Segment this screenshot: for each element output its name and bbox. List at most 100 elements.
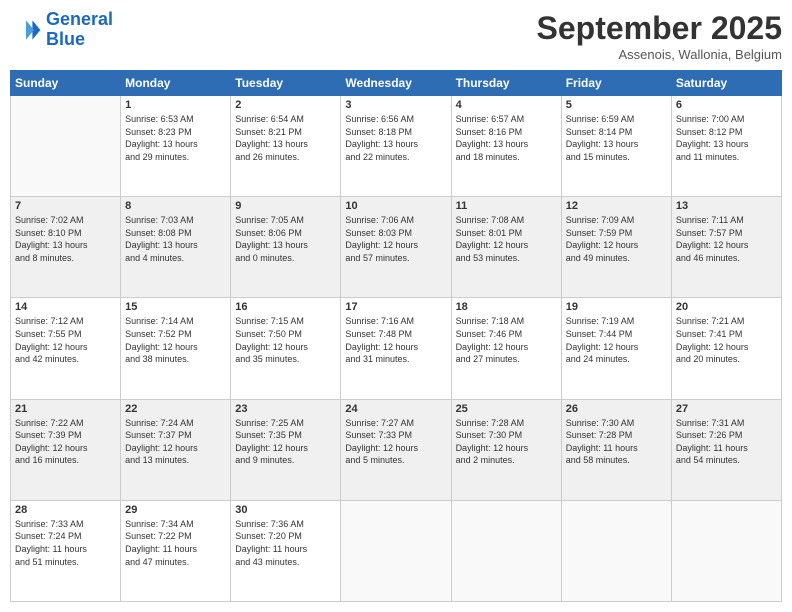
day-info: Sunrise: 7:31 AMSunset: 7:26 PMDaylight:… — [676, 417, 777, 467]
table-row: 10 Sunrise: 7:06 AMSunset: 8:03 PMDayligh… — [341, 197, 451, 298]
day-number: 28 — [15, 504, 116, 516]
day-number: 12 — [566, 200, 667, 212]
table-row: 20 Sunrise: 7:21 AMSunset: 7:41 PMDayligh… — [671, 298, 781, 399]
day-number: 7 — [15, 200, 116, 212]
day-number: 10 — [345, 200, 446, 212]
day-number: 24 — [345, 403, 446, 415]
table-row: 24 Sunrise: 7:27 AMSunset: 7:33 PMDayligh… — [341, 399, 451, 500]
day-number: 4 — [456, 99, 557, 111]
day-info: Sunrise: 6:59 AMSunset: 8:14 PMDaylight:… — [566, 113, 667, 163]
day-number: 15 — [125, 301, 226, 313]
table-row: 12 Sunrise: 7:09 AMSunset: 7:59 PMDayligh… — [561, 197, 671, 298]
page: General Blue September 2025 Assenois, Wa… — [0, 0, 792, 612]
day-info: Sunrise: 7:33 AMSunset: 7:24 PMDaylight:… — [15, 518, 116, 568]
day-number: 16 — [235, 301, 336, 313]
table-row: 13 Sunrise: 7:11 AMSunset: 7:57 PMDayligh… — [671, 197, 781, 298]
day-number: 25 — [456, 403, 557, 415]
day-info: Sunrise: 6:54 AMSunset: 8:21 PMDaylight:… — [235, 113, 336, 163]
table-row: 11 Sunrise: 7:08 AMSunset: 8:01 PMDayligh… — [451, 197, 561, 298]
logo: General Blue — [10, 10, 113, 50]
table-row: 7Sunrise: 7:02 AMSunset: 8:10 PMDaylight… — [11, 197, 121, 298]
day-info: Sunrise: 7:15 AMSunset: 7:50 PMDaylight:… — [235, 315, 336, 365]
table-row: 28 Sunrise: 7:33 AMSunset: 7:24 PMDayligh… — [11, 500, 121, 601]
day-info: Sunrise: 6:57 AMSunset: 8:16 PMDaylight:… — [456, 113, 557, 163]
day-info: Sunrise: 7:16 AMSunset: 7:48 PMDaylight:… — [345, 315, 446, 365]
day-info: Sunrise: 7:09 AMSunset: 7:59 PMDaylight:… — [566, 214, 667, 264]
table-row: 17 Sunrise: 7:16 AMSunset: 7:48 PMDayligh… — [341, 298, 451, 399]
table-row: 14Sunrise: 7:12 AMSunset: 7:55 PMDayligh… — [11, 298, 121, 399]
table-row: 6Sunrise: 7:00 AMSunset: 8:12 PMDaylight… — [671, 96, 781, 197]
day-info: Sunrise: 7:28 AMSunset: 7:30 PMDaylight:… — [456, 417, 557, 467]
calendar-table: Sunday Monday Tuesday Wednesday Thursday… — [10, 70, 782, 602]
table-row — [11, 96, 121, 197]
table-row: 15Sunrise: 7:14 AMSunset: 7:52 PMDayligh… — [121, 298, 231, 399]
table-row: 29Sunrise: 7:34 AMSunset: 7:22 PMDayligh… — [121, 500, 231, 601]
day-info: Sunrise: 7:21 AMSunset: 7:41 PMDaylight:… — [676, 315, 777, 365]
table-row — [341, 500, 451, 601]
day-info: Sunrise: 7:19 AMSunset: 7:44 PMDaylight:… — [566, 315, 667, 365]
table-row: 18 Sunrise: 7:18 AMSunset: 7:46 PMDayligh… — [451, 298, 561, 399]
table-row: 19 Sunrise: 7:19 AMSunset: 7:44 PMDayligh… — [561, 298, 671, 399]
day-number: 3 — [345, 99, 446, 111]
day-number: 17 — [345, 301, 446, 313]
logo-text: General Blue — [46, 10, 113, 50]
day-number: 1 — [125, 99, 226, 111]
day-number: 23 — [235, 403, 336, 415]
location-subtitle: Assenois, Wallonia, Belgium — [537, 47, 782, 62]
day-number: 18 — [456, 301, 557, 313]
calendar-week-row: 14Sunrise: 7:12 AMSunset: 7:55 PMDayligh… — [11, 298, 782, 399]
calendar-week-row: 28 Sunrise: 7:33 AMSunset: 7:24 PMDayligh… — [11, 500, 782, 601]
col-sunday: Sunday — [11, 71, 121, 96]
col-friday: Friday — [561, 71, 671, 96]
table-row — [451, 500, 561, 601]
col-monday: Monday — [121, 71, 231, 96]
day-number: 19 — [566, 301, 667, 313]
day-number: 27 — [676, 403, 777, 415]
table-row: 16 Sunrise: 7:15 AMSunset: 7:50 PMDayligh… — [231, 298, 341, 399]
day-info: Sunrise: 6:56 AMSunset: 8:18 PMDaylight:… — [345, 113, 446, 163]
col-saturday: Saturday — [671, 71, 781, 96]
day-info: Sunrise: 7:08 AMSunset: 8:01 PMDaylight:… — [456, 214, 557, 264]
table-row: 4 Sunrise: 6:57 AMSunset: 8:16 PMDaylight… — [451, 96, 561, 197]
day-number: 5 — [566, 99, 667, 111]
table-row: 26 Sunrise: 7:30 AMSunset: 7:28 PMDayligh… — [561, 399, 671, 500]
day-info: Sunrise: 7:25 AMSunset: 7:35 PMDaylight:… — [235, 417, 336, 467]
day-info: Sunrise: 7:06 AMSunset: 8:03 PMDaylight:… — [345, 214, 446, 264]
table-row: 3 Sunrise: 6:56 AMSunset: 8:18 PMDaylight… — [341, 96, 451, 197]
table-row: 30Sunrise: 7:36 AMSunset: 7:20 PMDayligh… — [231, 500, 341, 601]
month-title: September 2025 — [537, 10, 782, 47]
day-number: 20 — [676, 301, 777, 313]
calendar-week-row: 7Sunrise: 7:02 AMSunset: 8:10 PMDaylight… — [11, 197, 782, 298]
col-thursday: Thursday — [451, 71, 561, 96]
day-number: 21 — [15, 403, 116, 415]
day-info: Sunrise: 7:22 AMSunset: 7:39 PMDaylight:… — [15, 417, 116, 467]
table-row: 22 Sunrise: 7:24 AMSunset: 7:37 PMDayligh… — [121, 399, 231, 500]
day-info: Sunrise: 7:24 AMSunset: 7:37 PMDaylight:… — [125, 417, 226, 467]
col-tuesday: Tuesday — [231, 71, 341, 96]
table-row: 27 Sunrise: 7:31 AMSunset: 7:26 PMDayligh… — [671, 399, 781, 500]
day-info: Sunrise: 7:18 AMSunset: 7:46 PMDaylight:… — [456, 315, 557, 365]
title-area: September 2025 Assenois, Wallonia, Belgi… — [537, 10, 782, 62]
day-number: 22 — [125, 403, 226, 415]
table-row: 2 Sunrise: 6:54 AMSunset: 8:21 PMDaylight… — [231, 96, 341, 197]
day-info: Sunrise: 7:11 AMSunset: 7:57 PMDaylight:… — [676, 214, 777, 264]
table-row: 23 Sunrise: 7:25 AMSunset: 7:35 PMDayligh… — [231, 399, 341, 500]
logo-icon — [10, 14, 42, 46]
day-number: 8 — [125, 200, 226, 212]
table-row — [561, 500, 671, 601]
day-number: 26 — [566, 403, 667, 415]
table-row: 5 Sunrise: 6:59 AMSunset: 8:14 PMDaylight… — [561, 96, 671, 197]
header: General Blue September 2025 Assenois, Wa… — [10, 10, 782, 62]
day-info: Sunrise: 7:27 AMSunset: 7:33 PMDaylight:… — [345, 417, 446, 467]
table-row — [671, 500, 781, 601]
col-wednesday: Wednesday — [341, 71, 451, 96]
day-number: 6 — [676, 99, 777, 111]
day-number: 13 — [676, 200, 777, 212]
day-number: 9 — [235, 200, 336, 212]
table-row: 21 Sunrise: 7:22 AMSunset: 7:39 PMDayligh… — [11, 399, 121, 500]
day-number: 2 — [235, 99, 336, 111]
day-info: Sunrise: 7:36 AMSunset: 7:20 PMDaylight:… — [235, 518, 336, 568]
table-row: 8Sunrise: 7:03 AMSunset: 8:08 PMDaylight… — [121, 197, 231, 298]
day-info: Sunrise: 7:30 AMSunset: 7:28 PMDaylight:… — [566, 417, 667, 467]
day-number: 11 — [456, 200, 557, 212]
